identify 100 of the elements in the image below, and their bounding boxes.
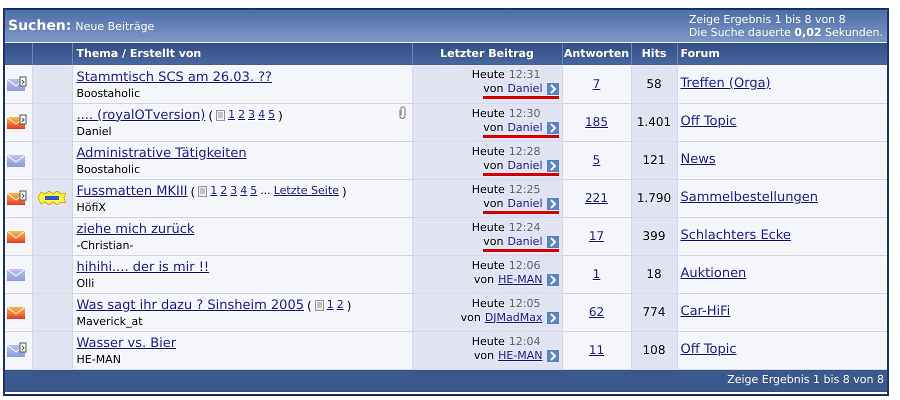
pages-icon xyxy=(198,186,208,197)
forum-link[interactable]: Off Topic xyxy=(680,342,737,358)
date-text: Heute xyxy=(472,296,505,310)
last-poster-link[interactable]: Daniel xyxy=(507,120,542,134)
forum-link[interactable]: Treffen (Orga) xyxy=(680,76,771,91)
topic-link[interactable]: Stammtisch SCS am 26.03. ?? xyxy=(76,68,272,87)
topic-link[interactable]: Administrative Tätigkeiten xyxy=(76,144,247,164)
hits-cell: 1.790 xyxy=(631,179,677,217)
author-text: HöfiX xyxy=(76,201,107,214)
go-arrow-icon[interactable] xyxy=(546,122,558,134)
last-poster-link[interactable]: Daniel xyxy=(507,158,542,172)
hits-cell: 58 xyxy=(631,65,677,103)
page-link[interactable]: 1 xyxy=(228,107,236,124)
date-text: Heute xyxy=(472,258,505,272)
hits-cell: 1.401 xyxy=(631,103,677,141)
author-text: Olli xyxy=(76,277,96,290)
last-poster-link[interactable]: HE-MAN xyxy=(498,272,542,286)
author-text: Boostaholic xyxy=(76,87,142,100)
date-text: Heute xyxy=(472,144,505,158)
header-title: Suchen: xyxy=(8,16,72,36)
column-header: Thema / Erstellt von xyxy=(72,43,412,65)
last-poster-link[interactable]: Daniel xyxy=(507,82,542,96)
time-text: 12:05 xyxy=(508,296,540,310)
time-text: 12:25 xyxy=(508,182,540,196)
page-link[interactable]: 2 xyxy=(238,107,246,124)
hits-cell: 399 xyxy=(631,217,677,255)
author-text: Boostaholic xyxy=(76,163,142,176)
topic-link[interactable]: Wasser vs. Bier xyxy=(76,334,176,354)
pages-icon xyxy=(314,300,324,311)
by-text: von xyxy=(474,348,494,362)
forum-link[interactable]: News xyxy=(680,152,716,168)
page-link[interactable]: 1 xyxy=(326,297,334,314)
paren-text: ( xyxy=(307,298,312,314)
replies-link[interactable]: 17 xyxy=(588,229,604,243)
go-arrow-icon[interactable] xyxy=(546,274,558,286)
replies-link[interactable]: 62 xyxy=(588,305,604,319)
forum-link[interactable]: Auktionen xyxy=(680,266,746,282)
by-text: von xyxy=(460,310,481,324)
go-arrow-icon[interactable] xyxy=(546,312,558,324)
page-link[interactable]: 4 xyxy=(258,107,266,124)
go-arrow-icon[interactable] xyxy=(546,83,558,96)
replies-link[interactable]: 221 xyxy=(585,191,608,205)
time-text: 12:31 xyxy=(508,68,540,82)
by-text: von xyxy=(483,82,504,96)
time-text: 12:04 xyxy=(508,334,540,348)
by-text: von xyxy=(483,120,504,134)
hits-cell: 774 xyxy=(631,293,677,331)
author-text: Daniel xyxy=(76,125,113,138)
topic-link[interactable]: Fussmatten MKIII xyxy=(76,182,188,202)
search-duration-text: Die Suche dauerte 0,02 Sekunden. xyxy=(688,26,883,39)
replies-link[interactable]: 1 xyxy=(592,267,600,281)
page-link[interactable]: 4 xyxy=(240,183,248,200)
go-arrow-icon[interactable] xyxy=(546,198,558,210)
by-text: von xyxy=(483,196,504,210)
author-text: Maverick_at xyxy=(76,315,144,328)
by-text: von xyxy=(474,272,494,286)
time-text: 12:30 xyxy=(508,106,540,120)
topic-link[interactable]: Was sagt ihr dazu ? Sinsheim 2005 xyxy=(76,296,304,316)
topic-link[interactable]: ziehe mich zurück xyxy=(76,220,194,240)
last-poster-link[interactable]: Daniel xyxy=(507,234,542,248)
page-link[interactable]: 5 xyxy=(250,183,258,200)
last-poster-link[interactable]: Daniel xyxy=(507,196,542,210)
time-text: 12:06 xyxy=(508,258,540,272)
results-text: Zeige Ergebnis 1 bis 8 von 8 xyxy=(688,13,847,26)
page-link[interactable]: 2 xyxy=(220,183,228,200)
by-text: von xyxy=(483,158,504,172)
replies-link[interactable]: 5 xyxy=(592,153,600,167)
replies-link[interactable]: 185 xyxy=(585,115,608,129)
time-text: 12:24 xyxy=(508,220,540,234)
last-poster-link[interactable]: HE-MAN xyxy=(498,348,542,362)
author-text: HE-MAN xyxy=(76,353,122,366)
column-header: Antworten xyxy=(562,43,631,65)
date-text: Heute xyxy=(472,68,505,82)
forum-link[interactable]: Off Topic xyxy=(680,114,737,130)
page-link[interactable]: 3 xyxy=(248,107,256,124)
paren-text: ) xyxy=(278,108,283,124)
page-link[interactable]: 2 xyxy=(336,297,344,314)
by-text: von xyxy=(483,234,504,248)
column-header: Letzter Beitrag xyxy=(412,43,562,65)
hits-cell: 108 xyxy=(631,331,677,369)
page-link[interactable]: 5 xyxy=(268,107,276,124)
date-text: Heute xyxy=(472,182,505,196)
forum-link[interactable]: Car-HiFi xyxy=(680,304,730,320)
last-page-link[interactable]: Letzte Seite xyxy=(274,183,339,200)
column-header: Hits xyxy=(631,43,677,65)
page-link[interactable]: 3 xyxy=(230,183,238,200)
time-text: 12:28 xyxy=(508,144,540,158)
paren-text: ) xyxy=(342,184,347,200)
replies-link[interactable]: 11 xyxy=(588,343,604,357)
topic-link[interactable]: .... (royalOTversion) xyxy=(76,106,206,126)
last-poster-link[interactable]: DJMadMax xyxy=(484,310,542,324)
go-arrow-icon[interactable] xyxy=(546,160,558,172)
go-arrow-icon[interactable] xyxy=(546,236,558,248)
paren-text: ( xyxy=(190,184,196,200)
replies-link[interactable]: 7 xyxy=(592,76,600,91)
topic-link[interactable]: hihihi.... der is mir !! xyxy=(76,258,210,278)
paren-text: ) xyxy=(346,298,352,314)
go-arrow-icon[interactable] xyxy=(546,350,558,362)
column-header: Forum xyxy=(677,43,887,65)
page-link[interactable]: 1 xyxy=(210,183,218,200)
